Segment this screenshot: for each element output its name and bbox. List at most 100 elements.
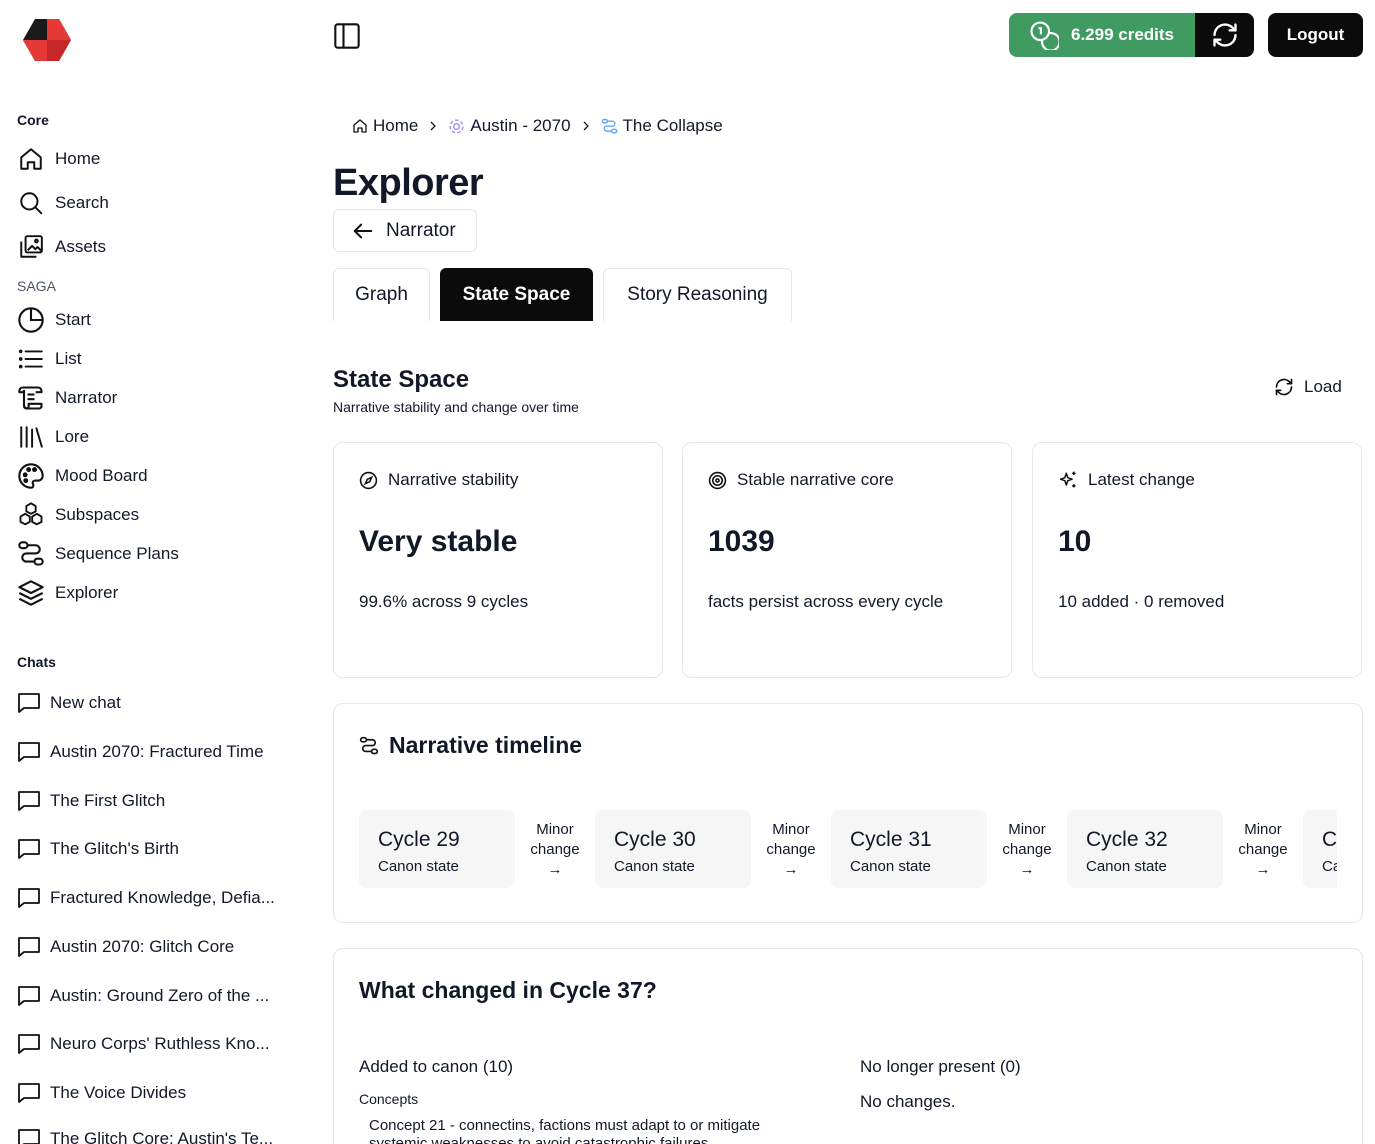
breadcrumb-current[interactable]: The Collapse <box>601 116 723 136</box>
tab-story-reasoning[interactable]: Story Reasoning <box>603 268 792 321</box>
sidebar-item-assets[interactable]: Assets <box>17 232 106 262</box>
cycle-card-29[interactable]: Cycle 29 Canon state <box>359 810 515 888</box>
chat-bubble-icon <box>17 1127 41 1144</box>
connector-label: Minor <box>772 821 810 838</box>
home-icon <box>17 145 45 173</box>
added-heading: Added to canon (10) <box>359 1057 514 1076</box>
logout-button[interactable]: Logout <box>1268 13 1363 57</box>
chat-bubble-icon <box>17 984 41 1008</box>
cycle-name: Cycle 32 <box>1086 828 1168 851</box>
card-label: Latest change <box>1088 470 1195 489</box>
sidebar-item-narrator[interactable]: Narrator <box>17 383 117 413</box>
cycle-name: Cycle 31 <box>850 828 932 851</box>
sidebar-item-home[interactable]: Home <box>17 144 100 174</box>
refresh-icon <box>1275 378 1293 396</box>
sidebar-item-sequence-plans[interactable]: Sequence Plans <box>17 539 179 569</box>
timeline-track[interactable]: Cycle 29 Canon state Minor change → Cycl… <box>359 810 1337 888</box>
cycle-state: Canon state <box>1322 858 1337 875</box>
chat-item[interactable]: The Voice Divides <box>17 1079 186 1107</box>
chat-item[interactable]: Austin 2070: Fractured Time <box>17 738 264 766</box>
chat-bubble-icon <box>17 740 41 764</box>
tab-graph[interactable]: Graph <box>333 268 430 321</box>
cycle-card-32[interactable]: Cycle 32 Canon state <box>1067 810 1223 888</box>
compass-icon <box>359 471 378 489</box>
arrow-right-icon: → <box>1255 861 1271 878</box>
chevron-right-icon <box>580 120 592 132</box>
sidebar-item-label: Search <box>55 193 109 212</box>
home-icon <box>353 119 367 133</box>
stat-card-latest-change: Latest change 10 10 added · 0 removed <box>1032 442 1362 678</box>
chat-item[interactable]: Fractured Knowledge, Defia... <box>17 884 275 912</box>
cycle-card-33[interactable]: Cycle 33 Canon state <box>1303 810 1337 888</box>
credits-label: 6.299 credits <box>1071 25 1175 44</box>
sidebar-item-start[interactable]: Start <box>17 305 91 335</box>
core-section-label: Core <box>17 112 49 128</box>
credits-button[interactable]: 6.299 credits <box>1009 13 1195 57</box>
cycle-name: Cycle 30 <box>614 828 696 851</box>
chat-item-label: The Voice Divides <box>50 1083 187 1102</box>
chat-item[interactable]: The First Glitch <box>17 787 165 815</box>
chat-item-label: Fractured Knowledge, Defia... <box>50 888 275 907</box>
sidebar-item-label: Mood Board <box>55 466 148 485</box>
breadcrumb-label: Austin - 2070 <box>470 116 571 135</box>
sidebar-item-explorer[interactable]: Explorer <box>17 578 118 608</box>
chat-item-label: Neuro Corps' Ruthless Kno... <box>50 1034 270 1053</box>
chat-bubble-icon <box>17 935 41 959</box>
chat-bubble-icon <box>17 789 41 813</box>
back-to-narrator-button[interactable]: Narrator <box>333 209 477 252</box>
sidebar-item-label: Assets <box>55 237 107 256</box>
card-detail: 99.6% across 9 cycles <box>359 592 529 611</box>
change-connector: Minor change → <box>515 820 595 880</box>
sidebar-item-subspaces[interactable]: Subspaces <box>17 500 139 530</box>
back-button-label: Narrator <box>386 219 456 241</box>
chat-item-label: The Glitch's Birth <box>50 839 179 858</box>
connector-label: change <box>1002 841 1052 858</box>
cycle-state: Canon state <box>850 858 931 875</box>
load-button[interactable]: Load <box>1274 377 1342 397</box>
chat-item-label: The First Glitch <box>50 791 166 810</box>
sidebar-item-label: Lore <box>55 427 90 446</box>
chat-item[interactable]: The Glitch Core: Austin's Te... <box>17 1125 273 1144</box>
sidebar-toggle-button[interactable] <box>333 22 361 50</box>
route-icon <box>601 118 617 134</box>
chat-item-new[interactable]: New chat <box>17 689 121 717</box>
change-connector: Minor change → <box>1223 820 1303 880</box>
cycle-card-30[interactable]: Cycle 30 Canon state <box>595 810 751 888</box>
arrow-right-icon: → <box>1019 861 1035 878</box>
breadcrumb-label: The Collapse <box>622 116 723 135</box>
sidebar-item-search[interactable]: Search <box>17 188 109 218</box>
chat-item-label: Austin 2070: Glitch Core <box>50 937 235 956</box>
tab-bar: Graph State Space Story Reasoning <box>333 268 802 321</box>
cycle-state: Canon state <box>1086 858 1167 875</box>
sparkles-icon <box>1059 471 1076 488</box>
card-value: 1039 <box>708 525 775 558</box>
connector-label: Minor <box>536 821 574 838</box>
chat-item[interactable]: The Glitch's Birth <box>17 835 179 863</box>
sidebar-item-list[interactable]: List <box>17 344 81 374</box>
clock-icon <box>17 306 45 334</box>
chat-item[interactable]: Austin 2070: Glitch Core <box>17 933 234 961</box>
palette-icon <box>17 462 45 490</box>
refresh-credits-button[interactable] <box>1195 13 1254 57</box>
changes-title: What changed in Cycle 37? <box>359 977 657 1003</box>
sidebar-item-mood-board[interactable]: Mood Board <box>17 461 148 491</box>
stat-card-stability: Narrative stability Very stable 99.6% ac… <box>333 442 663 678</box>
stat-card-core: Stable narrative core 1039 facts persist… <box>682 442 1012 678</box>
cycle-card-31[interactable]: Cycle 31 Canon state <box>831 810 987 888</box>
card-detail: 10 added · 0 removed <box>1058 592 1225 611</box>
chat-bubble-icon <box>17 1032 41 1056</box>
target-icon <box>708 471 727 489</box>
section-subtitle: Narrative stability and change over time <box>333 399 579 415</box>
cycle-state: Canon state <box>614 858 695 875</box>
chat-item[interactable]: Neuro Corps' Ruthless Kno... <box>17 1030 270 1058</box>
chat-item[interactable]: Austin: Ground Zero of the ... <box>17 982 269 1010</box>
chat-bubble-icon <box>17 1081 41 1105</box>
sidebar-item-lore[interactable]: Lore <box>17 422 89 452</box>
breadcrumb-saga[interactable]: Austin - 2070 <box>448 116 571 136</box>
breadcrumb-home[interactable]: Home <box>352 116 418 136</box>
chat-bubble-icon <box>17 691 41 715</box>
tab-state-space[interactable]: State Space <box>440 268 593 321</box>
card-label: Narrative stability <box>388 470 519 489</box>
removed-heading: No longer present (0) <box>860 1057 1021 1076</box>
narrative-timeline: Narrative timeline Cycle 29 Canon state … <box>333 703 1363 923</box>
